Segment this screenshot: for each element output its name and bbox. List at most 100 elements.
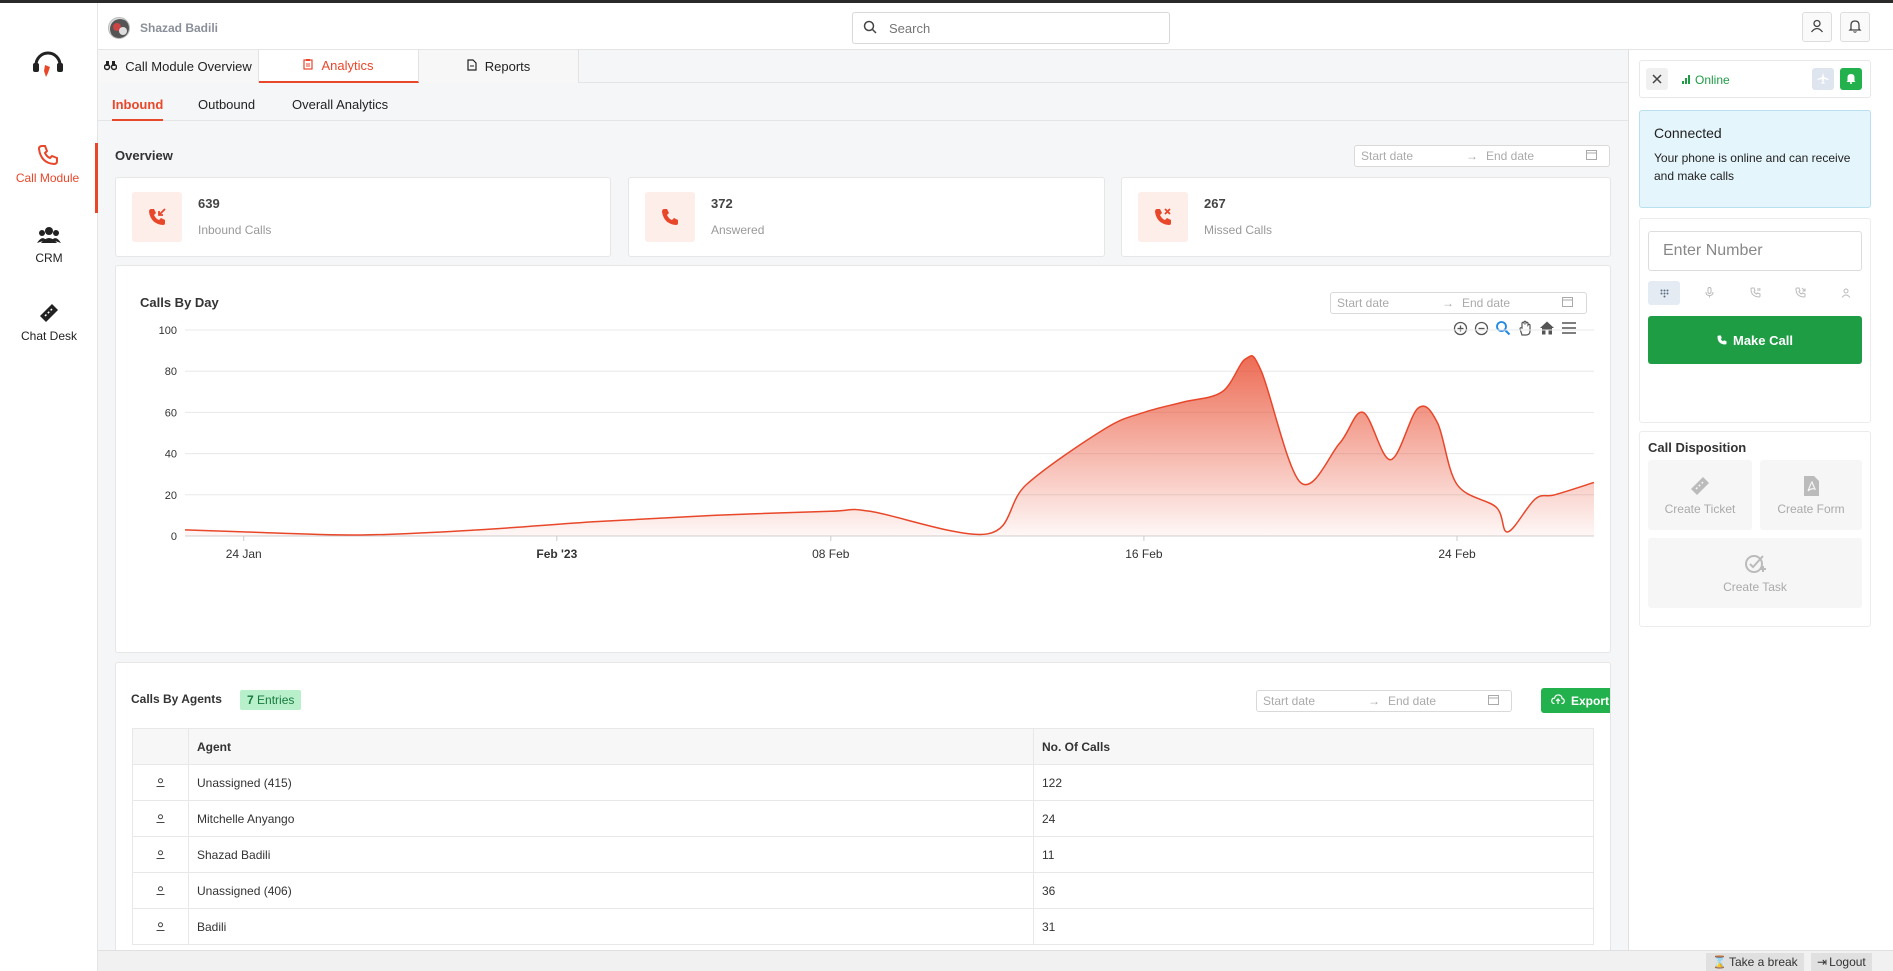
bell-icon xyxy=(1848,19,1862,36)
end-date-input[interactable]: End date xyxy=(1486,149,1586,163)
softphone-panel: Online Connected Your phone is online an… xyxy=(1628,50,1893,950)
connected-title: Connected xyxy=(1654,125,1722,141)
entries-badge: 7 Entries xyxy=(240,690,302,710)
create-task-label: Create Task xyxy=(1723,580,1787,594)
chart-date-range[interactable]: Start date → End date xyxy=(1330,292,1587,314)
transfer-button[interactable] xyxy=(1785,281,1817,305)
search-icon xyxy=(863,20,877,37)
tab-label: Analytics xyxy=(321,58,374,73)
contacts-button[interactable] xyxy=(1830,281,1862,305)
table-row[interactable]: Unassigned (415) 122 xyxy=(132,764,1594,801)
start-date-input[interactable]: Start date xyxy=(1337,296,1442,310)
nav-item-crm[interactable]: CRM xyxy=(0,223,98,293)
search-box[interactable] xyxy=(852,12,1170,44)
x-tick-label: 24 Feb xyxy=(1438,547,1476,561)
calendar-icon xyxy=(1586,149,1597,163)
left-sidebar: Call Module CRM Chat Desk xyxy=(0,3,98,971)
close-button[interactable] xyxy=(1646,68,1668,90)
agents-date-range[interactable]: Start date → End date xyxy=(1256,690,1512,712)
tab-reports[interactable]: Reports xyxy=(419,50,579,83)
column-header-agent[interactable]: Agent xyxy=(188,728,1034,765)
stat-value: 267 xyxy=(1204,196,1226,211)
connected-description: Your phone is online and can receive and… xyxy=(1654,151,1851,183)
logout-button[interactable]: ⇥ Logout xyxy=(1811,953,1872,971)
ticket-icon xyxy=(1688,474,1712,498)
y-tick-label: 80 xyxy=(165,366,177,378)
hold-button[interactable] xyxy=(1739,281,1771,305)
export-button[interactable]: Export xyxy=(1541,688,1610,713)
user-name: Shazad Badili xyxy=(140,21,219,35)
subtab-overall-analytics[interactable]: Overall Analytics xyxy=(292,97,388,112)
nav-item-chat-desk[interactable]: Chat Desk xyxy=(0,301,98,371)
calls-by-day-card: Calls By Day Start date → End date 0 20 … xyxy=(115,265,1611,653)
user-profile[interactable]: Shazad Badili xyxy=(108,17,218,39)
overview-date-range[interactable]: Start date → End date xyxy=(1354,145,1610,167)
mute-button[interactable] xyxy=(1694,281,1726,305)
avatar xyxy=(108,17,130,39)
dialpad-button[interactable] xyxy=(1648,281,1680,305)
microphone-icon xyxy=(1705,286,1714,301)
arrow-right-icon: → xyxy=(1466,149,1478,163)
missed-call-icon xyxy=(1138,192,1188,242)
tab-call-module-overview[interactable]: Call Module Overview xyxy=(98,50,259,83)
subtab-outbound[interactable]: Outbound xyxy=(198,97,255,112)
dialer: Make Call xyxy=(1639,218,1871,423)
user-icon xyxy=(156,812,165,826)
create-ticket-button[interactable]: Create Ticket xyxy=(1648,460,1752,530)
logout-label: Logout xyxy=(1829,955,1866,969)
incoming-call-icon xyxy=(132,192,182,242)
y-tick-label: 60 xyxy=(165,407,177,419)
table-row[interactable]: Shazad Badili 11 xyxy=(132,836,1594,873)
ring-alert-button[interactable] xyxy=(1840,68,1862,90)
notifications-button[interactable] xyxy=(1840,12,1870,42)
stat-value: 372 xyxy=(711,196,733,211)
make-call-label: Make Call xyxy=(1733,332,1793,348)
analytics-subtabs: Inbound Outbound Overall Analytics xyxy=(98,83,1628,121)
phone-transfer-icon xyxy=(1795,286,1806,301)
profile-button[interactable] xyxy=(1802,12,1832,42)
nav-item-call-module[interactable]: Call Module xyxy=(0,143,98,213)
clipboard-icon xyxy=(303,58,314,73)
create-task-button[interactable]: Create Task xyxy=(1648,538,1862,608)
airplane-icon xyxy=(1817,72,1829,87)
hourglass-icon: ⌛ xyxy=(1712,955,1727,969)
module-tabs: Call Module Overview Analytics Reports xyxy=(98,50,1628,83)
calls-by-day-chart: 0 20 40 60 80 100 24 Jan Feb '23 08 Feb 16 Feb 24 … xyxy=(159,325,1595,561)
stat-label: Missed Calls xyxy=(1204,223,1273,237)
phone-number-input[interactable] xyxy=(1648,231,1862,271)
table-row[interactable]: Mitchelle Anyango 24 xyxy=(132,800,1594,837)
agent-name-cell: Unassigned (415) xyxy=(188,764,1034,801)
create-ticket-label: Create Ticket xyxy=(1664,502,1736,516)
agent-calls-cell: 31 xyxy=(1033,908,1594,945)
create-form-button[interactable]: Create Form xyxy=(1760,460,1862,530)
logout-icon: ⇥ xyxy=(1817,955,1828,969)
status-text: Online xyxy=(1695,73,1730,87)
calendar-icon xyxy=(1488,694,1499,708)
end-date-input[interactable]: End date xyxy=(1388,694,1488,708)
binoculars-icon xyxy=(104,59,118,74)
start-date-input[interactable]: Start date xyxy=(1361,149,1466,163)
agent-avatar-cell xyxy=(132,836,189,873)
end-date-input[interactable]: End date xyxy=(1462,296,1562,310)
table-row[interactable]: Badili 31 xyxy=(132,908,1594,945)
column-header-calls[interactable]: No. Of Calls xyxy=(1033,728,1594,765)
main-content: Call Module Overview Analytics Reports I… xyxy=(98,50,1628,962)
start-date-input[interactable]: Start date xyxy=(1263,694,1368,708)
search-input[interactable] xyxy=(889,20,1149,36)
agents-table: Agent No. Of Calls Unassigned (415) 122 Mi… xyxy=(132,728,1594,945)
stat-label: Inbound Calls xyxy=(198,223,272,237)
tab-analytics[interactable]: Analytics xyxy=(259,50,419,83)
subtab-inbound[interactable]: Inbound xyxy=(112,97,164,121)
y-tick-label: 100 xyxy=(159,325,177,337)
agents-title: Calls By Agents xyxy=(131,692,222,706)
airplane-mode-button[interactable] xyxy=(1812,68,1834,90)
user-icon xyxy=(1841,286,1851,301)
cloud-upload-icon xyxy=(1551,693,1565,708)
agent-name-cell: Badili xyxy=(188,908,1034,945)
table-row[interactable]: Unassigned (406) 36 xyxy=(132,872,1594,909)
make-call-button[interactable]: Make Call xyxy=(1648,316,1862,364)
take-break-button[interactable]: ⌛ Take a break xyxy=(1706,953,1804,971)
x-tick-label: 24 Jan xyxy=(226,547,262,561)
stat-card-missed: 267 Missed Calls xyxy=(1121,177,1611,257)
agent-calls-cell: 24 xyxy=(1033,800,1594,837)
